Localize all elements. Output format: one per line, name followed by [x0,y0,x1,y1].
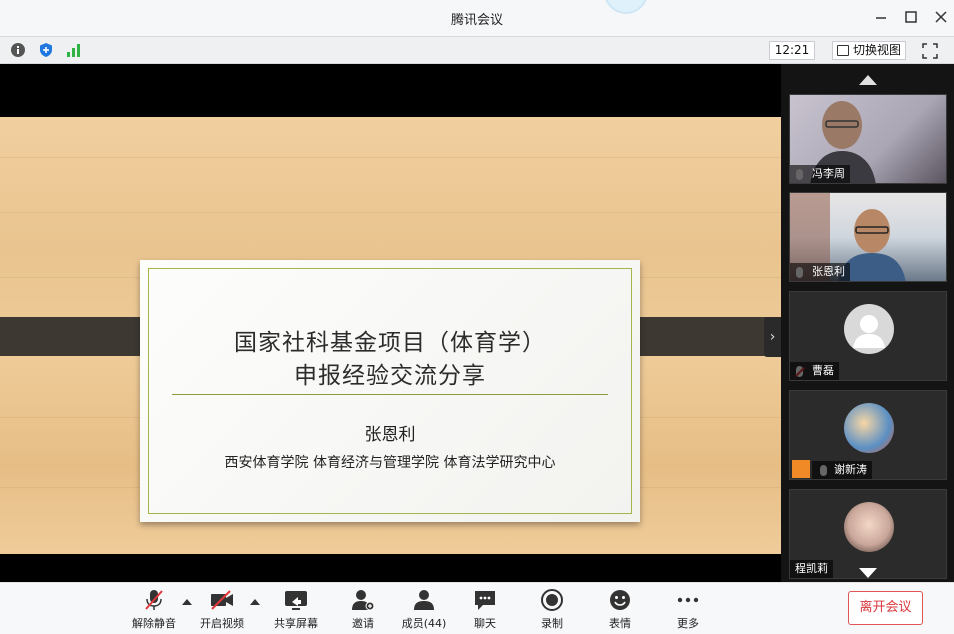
presentation-slide: 国家社科基金项目（体育学） 申报经验交流分享 张恩利 西安体育学院 体育经济与管… [0,117,781,554]
slide-card-frame [148,268,632,514]
slide-divider [172,394,608,395]
slide-band-left [0,317,157,356]
meeting-control-bar: 解除静音 开启视频 共享屏幕 邀请 成员(44) 聊天 录制 表情 更多 离开会… [0,582,954,634]
share-screen-button[interactable]: 共享屏幕 [266,589,326,631]
share-screen-icon [284,589,308,611]
participant-name: 曹磊 [790,362,839,380]
maximize-icon[interactable] [902,8,920,26]
add-user-icon [351,589,375,611]
unmute-button[interactable]: 解除静音 [124,589,184,631]
switch-view-label: 切换视图 [853,43,902,57]
slide-band-right [623,317,781,356]
video-options-caret-icon[interactable] [250,599,260,605]
more-label: 更多 [677,617,699,630]
slide-title-line1: 国家社科基金项目（体育学） [234,330,546,356]
meeting-clock: 12:21 [769,41,815,60]
slide-author: 张恩利 [364,425,416,445]
record-label: 录制 [541,617,563,630]
scroll-up-icon[interactable] [859,75,877,85]
record-button[interactable]: 录制 [522,589,582,631]
participant-tile[interactable]: 程凯莉 [789,489,947,579]
avatar [844,502,894,552]
close-icon[interactable] [932,8,950,26]
microphone-muted-icon [142,589,166,611]
participant-tile[interactable]: 冯李周 [789,94,947,184]
minimize-icon[interactable] [872,8,890,26]
members-button[interactable]: 成员(44) [394,589,454,631]
switch-view-button[interactable]: 切换视图 [832,41,907,60]
security-shield-icon[interactable] [38,42,54,58]
chevron-right-icon: › [769,329,776,345]
title-bar: 腾讯会议 [0,0,954,36]
reactions-button[interactable]: 表情 [590,589,650,631]
window-title: 腾讯会议 [450,13,503,28]
participant-name: 冯李周 [790,165,850,183]
more-button[interactable]: 更多 [658,589,718,631]
reactions-label: 表情 [609,617,631,630]
members-icon [412,589,436,611]
participant-name: 程凯莉 [790,560,833,578]
leave-meeting-button[interactable]: 离开会议 [848,591,923,625]
shared-screen-area: 国家社科基金项目（体育学） 申报经验交流分享 张恩利 西安体育学院 体育经济与管… [0,64,781,582]
scroll-down-icon[interactable] [859,568,877,578]
collapse-panel-button[interactable]: › [764,317,781,357]
participant-name: 张恩利 [790,263,850,281]
start-video-label: 开启视频 [200,617,244,630]
avatar [844,403,894,453]
chat-label: 聊天 [474,617,496,630]
invite-label: 邀请 [352,617,374,630]
info-icon[interactable] [10,42,26,58]
participant-tile[interactable]: 曹磊 [789,291,947,381]
smiley-icon [608,589,632,611]
slide-affiliation: 西安体育学院 体育经济与管理学院 体育法学研究中心 [224,455,556,471]
chat-button[interactable]: 聊天 [455,589,515,631]
audio-options-caret-icon[interactable] [182,599,192,605]
switch-view-icon [837,45,849,56]
participant-tile[interactable]: 张恩利 [789,192,947,282]
participant-name: 谢新涛 [812,461,872,479]
slide-title-line2: 申报经验交流分享 [294,363,486,389]
invite-button[interactable]: 邀请 [333,589,393,631]
chat-icon [473,589,497,611]
fullscreen-icon[interactable] [922,43,938,59]
slide-title-card: 国家社科基金项目（体育学） 申报经验交流分享 张恩利 西安体育学院 体育经济与管… [140,260,640,522]
record-icon [540,589,564,611]
unmute-label: 解除静音 [132,617,176,630]
meeting-info-bar: 12:21 切换视图 [0,36,954,64]
signal-strength-icon[interactable] [66,42,82,58]
avatar [844,304,894,354]
members-label: 成员(44) [401,617,447,630]
camera-off-icon [210,589,234,611]
start-video-button[interactable]: 开启视频 [192,589,252,631]
share-screen-label: 共享屏幕 [274,617,318,630]
more-icon [676,589,700,611]
host-badge-icon [792,460,810,478]
participant-tile[interactable]: 谢新涛 [789,390,947,480]
